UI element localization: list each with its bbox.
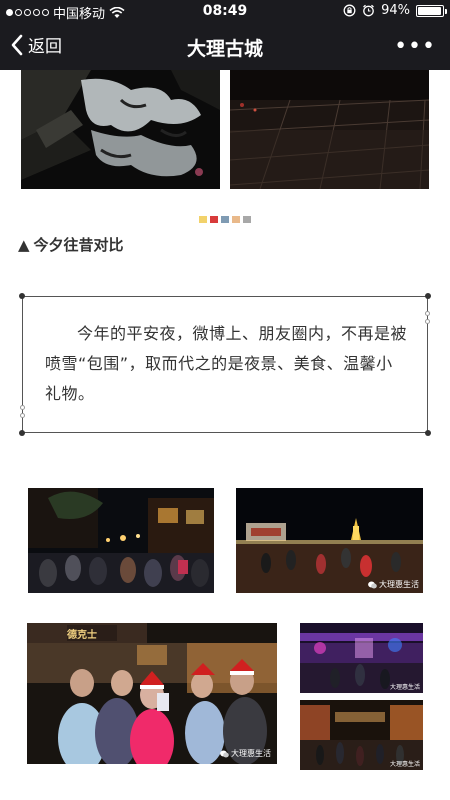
corner-dot-bottom-left xyxy=(19,430,25,436)
carousel-dot[interactable] xyxy=(221,216,229,223)
corner-dot-top-left xyxy=(19,293,25,299)
section-heading: ▲ 今夕往昔对比 xyxy=(18,234,124,255)
section-title: 今夕往昔对比 xyxy=(33,236,124,254)
carousel-dot[interactable] xyxy=(210,216,218,223)
watermark-text: 大理惠生活 xyxy=(231,749,271,758)
status-bar: 中国移动 08:49 94% xyxy=(0,0,450,22)
more-options-button[interactable]: ••• xyxy=(394,34,436,59)
battery-level xyxy=(418,6,441,15)
navigation-bar: 返回 大理古城 ••• xyxy=(0,22,450,70)
watermark-text: 大理惠生活 xyxy=(389,684,420,691)
photo-watermark: 大理惠生活 xyxy=(390,682,420,691)
battery-icon xyxy=(416,4,447,17)
photo-street-crowd-image xyxy=(28,488,214,593)
triangle-marker: ▲ xyxy=(18,235,30,254)
shop-sign: 德克士 xyxy=(67,630,97,641)
photo-water-stone[interactable] xyxy=(21,70,220,189)
quote-box: 今年的平安夜，微博上、朋友圈内，不再是被喷雪“包围”，取而代之的是夜景、美食、温… xyxy=(19,293,431,436)
alarm-icon xyxy=(363,4,375,17)
watermark-text: 大理惠生活 xyxy=(389,761,420,768)
wechat-icon xyxy=(220,750,229,757)
photo-shop-street[interactable]: 大理惠生活 xyxy=(300,700,423,770)
page-title: 大理古城 xyxy=(186,38,263,60)
wechat-icon xyxy=(368,581,377,588)
photo-paved-square[interactable] xyxy=(230,70,429,189)
photo-paved-square-image xyxy=(230,70,429,189)
carousel-indicator xyxy=(0,216,450,223)
photo-selfie-girls-image xyxy=(27,623,277,764)
side-mark-left-bottom xyxy=(20,413,25,418)
photo-lit-street[interactable]: 大理惠生活 xyxy=(300,623,423,693)
photo-pagoda-square[interactable]: 大理惠生活 xyxy=(236,488,423,593)
status-right: 94% xyxy=(343,3,447,18)
watermark-text: 大理惠生活 xyxy=(379,580,419,589)
photo-watermark: 大理惠生活 xyxy=(390,759,420,768)
corner-dot-top-right xyxy=(425,293,431,299)
photo-selfie-girls[interactable]: 德克士 大理惠生活 xyxy=(27,623,277,764)
carousel-dot[interactable] xyxy=(243,216,251,223)
carousel-dot[interactable] xyxy=(199,216,207,223)
side-mark-right-top xyxy=(425,311,430,316)
quote-text: 今年的平安夜，微博上、朋友圈内，不再是被喷雪“包围”，取而代之的是夜景、美食、温… xyxy=(45,324,408,403)
corner-dot-bottom-right xyxy=(425,430,431,436)
side-mark-right-bottom xyxy=(425,319,430,324)
photo-watermark: 大理惠生活 xyxy=(368,579,419,590)
photo-watermark: 大理惠生活 xyxy=(220,748,271,759)
photo-water-stone-image xyxy=(21,70,220,189)
battery-percent: 94% xyxy=(381,3,410,18)
rotation-lock-icon xyxy=(343,4,356,17)
photo-pagoda-square-image xyxy=(236,488,423,593)
side-mark-left-top xyxy=(20,405,25,410)
photo-street-crowd[interactable] xyxy=(28,488,214,593)
carousel-dot[interactable] xyxy=(232,216,240,223)
